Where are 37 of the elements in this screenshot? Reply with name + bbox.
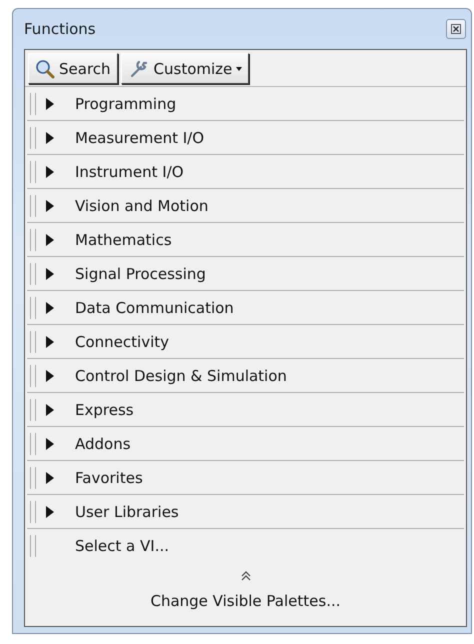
- grip-handle: [30, 330, 36, 352]
- grip-handle: [30, 364, 36, 386]
- close-button[interactable]: [446, 19, 466, 39]
- palette-item[interactable]: Measurement I/O: [27, 121, 464, 155]
- grip-handle: [30, 466, 36, 488]
- change-visible-palettes-link[interactable]: Change Visible Palettes...: [150, 592, 341, 610]
- palette-item[interactable]: Vision and Motion: [27, 189, 464, 223]
- grip-handle: [30, 126, 36, 148]
- palette-item[interactable]: Programming: [27, 87, 464, 121]
- caret-icon: [236, 66, 242, 70]
- grip-handle: [30, 296, 36, 318]
- double-chevron-up-icon: [240, 570, 252, 582]
- palette-item[interactable]: Instrument I/O: [27, 155, 464, 189]
- grip-handle: [30, 160, 36, 182]
- grip-handle: [30, 432, 36, 454]
- palette-item[interactable]: User Libraries: [27, 495, 464, 529]
- search-icon: [35, 58, 55, 78]
- grip-handle: [30, 398, 36, 420]
- customize-button[interactable]: Customize: [120, 53, 250, 84]
- close-icon: [451, 24, 461, 34]
- palette-item[interactable]: Favorites: [27, 461, 464, 495]
- palette-item[interactable]: Express: [27, 393, 464, 427]
- palette-item[interactable]: Mathematics: [27, 223, 464, 257]
- grip-handle: [30, 500, 36, 522]
- grip-handle: [30, 534, 36, 556]
- grip-handle: [30, 262, 36, 284]
- palette-item[interactable]: Addons: [27, 427, 464, 461]
- palette-item[interactable]: Signal Processing: [27, 257, 464, 291]
- palette-item[interactable]: Data Communication: [27, 291, 464, 325]
- palette-item[interactable]: Control Design & Simulation: [27, 359, 464, 393]
- grip-handle: [30, 92, 36, 114]
- grip-handle: [30, 228, 36, 250]
- search-button[interactable]: Search: [28, 53, 118, 84]
- palette-item[interactable]: Connectivity: [27, 325, 464, 359]
- grip-handle: [30, 194, 36, 216]
- window-title: Functions: [24, 20, 96, 38]
- palette-item[interactable]: Select a VI...: [27, 529, 464, 562]
